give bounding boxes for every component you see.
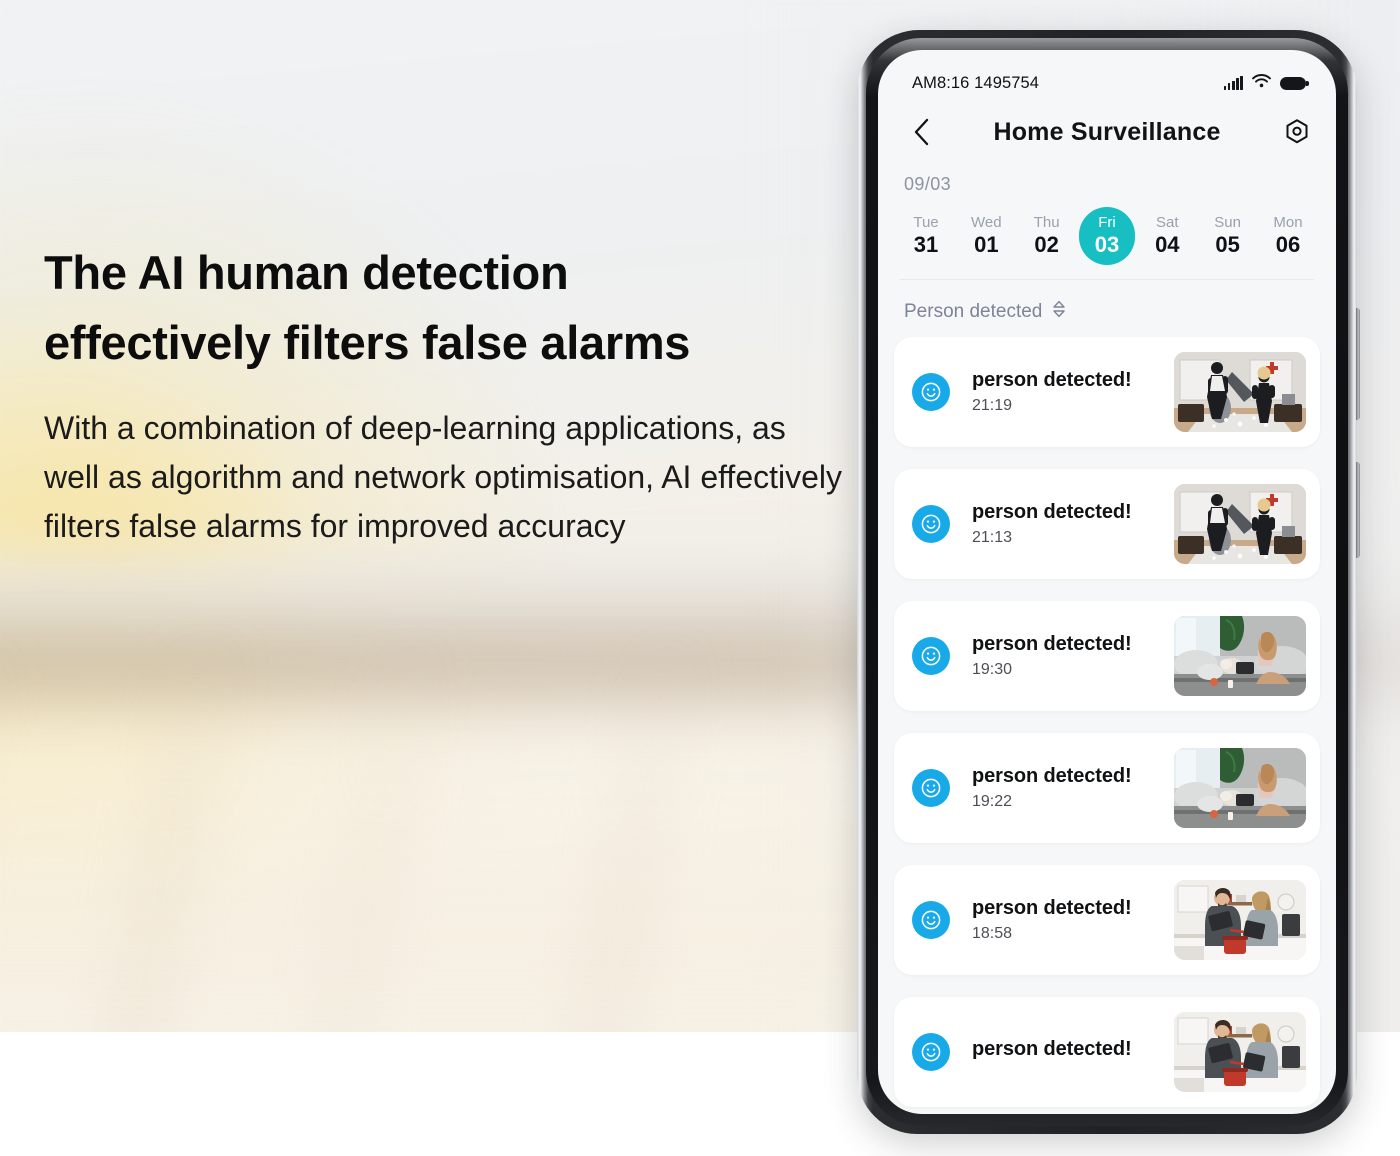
calendar-day-3-selected[interactable]: Fri 03	[1078, 207, 1135, 265]
app-nav-bar: Home Surveillance	[878, 102, 1336, 162]
calendar-day-4[interactable]: Sat 04	[1139, 207, 1195, 265]
calendar-day-6-dow: Mon	[1273, 214, 1303, 231]
cellular-signal-icon	[1223, 76, 1243, 90]
event-text-group: person detected!	[972, 1038, 1174, 1066]
calendar-day-2[interactable]: Thu 02	[1019, 207, 1075, 265]
event-thumbnail-kitchen-couple[interactable]	[1174, 880, 1306, 960]
event-thumbnail-pillow-fight[interactable]	[1174, 352, 1306, 432]
calendar-day-5-num: 05	[1215, 232, 1240, 257]
status-bar-indicators	[1223, 73, 1309, 93]
event-filter-selector[interactable]: Person detected	[878, 280, 1336, 337]
calendar-day-6-num: 06	[1275, 232, 1301, 257]
volume-button[interactable]	[1356, 462, 1360, 558]
event-thumbnail-couch-woman[interactable]	[1174, 616, 1306, 696]
back-button[interactable]	[904, 115, 938, 149]
event-card[interactable]: person detected! 21:13	[894, 469, 1320, 579]
calendar-day-0[interactable]: Tue 31	[898, 207, 954, 265]
calendar-strip: 09/03 Tue 31 Wed 01 Thu 02 Fri 03 Sat 04…	[878, 162, 1336, 280]
earpiece-speaker	[1032, 43, 1182, 46]
event-title: person detected!	[972, 897, 1132, 919]
event-list[interactable]: person detected! 21:19 person detected! …	[878, 337, 1336, 1107]
smiley-face-icon	[912, 901, 950, 939]
event-card[interactable]: person detected! 18:58	[894, 865, 1320, 975]
smiley-face-icon	[912, 505, 950, 543]
event-filter-label: Person detected	[904, 300, 1043, 322]
hex-gear-icon	[1286, 119, 1308, 144]
event-time: 18:58	[972, 925, 1013, 942]
event-title: person detected!	[972, 1038, 1132, 1060]
screen-title: Home Surveillance	[993, 117, 1221, 146]
event-text-group: person detected! 19:22	[972, 765, 1174, 811]
calendar-day-5[interactable]: Sun 05	[1200, 207, 1256, 265]
phone-mockup: AM8:16 1495754 Home Surveillance 09/03 T…	[857, 30, 1360, 1134]
calendar-day-1-dow: Wed	[971, 214, 1002, 231]
calendar-day-3-num: 03	[1094, 232, 1120, 257]
event-title: person detected!	[972, 633, 1132, 655]
event-text-group: person detected! 21:13	[972, 501, 1174, 547]
calendar-day-1[interactable]: Wed 01	[958, 207, 1014, 265]
event-card[interactable]: person detected! 19:30	[894, 601, 1320, 711]
event-thumbnail-couch-woman[interactable]	[1174, 748, 1306, 828]
page-title: The AI human detection effectively filte…	[44, 238, 844, 378]
event-time: 19:30	[972, 661, 1013, 678]
event-time: 19:22	[972, 793, 1013, 810]
calendar-day-3-dow: Fri	[1098, 214, 1116, 231]
calendar-day-0-num: 31	[913, 232, 939, 257]
phone-screen: AM8:16 1495754 Home Surveillance 09/03 T…	[878, 50, 1336, 1114]
event-thumbnail-kitchen-couple[interactable]	[1174, 1012, 1306, 1092]
promo-copy-block: The AI human detection effectively filte…	[44, 238, 844, 551]
chevron-left-icon	[914, 118, 928, 146]
event-text-group: person detected! 19:30	[972, 633, 1174, 679]
smiley-face-icon	[912, 769, 950, 807]
calendar-day-row: Tue 31 Wed 01 Thu 02 Fri 03 Sat 04 Sun 0…	[878, 195, 1336, 265]
calendar-month-label: 09/03	[904, 174, 952, 194]
smiley-face-icon	[912, 1033, 950, 1071]
smiley-face-icon	[912, 373, 950, 411]
event-time: 21:13	[972, 529, 1013, 546]
calendar-day-0-dow: Tue	[913, 214, 939, 231]
settings-button[interactable]	[1280, 115, 1314, 149]
chevron-updown-icon	[1052, 300, 1066, 323]
battery-icon	[1280, 76, 1309, 90]
headline-line-2: effectively filters false alarms	[44, 316, 691, 369]
calendar-day-4-num: 04	[1155, 232, 1180, 257]
calendar-day-6[interactable]: Mon 06	[1260, 207, 1316, 265]
event-card[interactable]: person detected! 21:19	[894, 337, 1320, 447]
event-text-group: person detected! 21:19	[972, 369, 1174, 415]
power-button[interactable]	[1356, 308, 1360, 420]
event-card[interactable]: person detected! 19:22	[894, 733, 1320, 843]
calendar-day-5-dow: Sun	[1214, 214, 1241, 231]
calendar-day-4-dow: Sat	[1156, 214, 1179, 231]
status-bar-left-text: AM8:16 1495754	[912, 73, 1040, 92]
event-title: person detected!	[972, 765, 1132, 787]
calendar-day-1-num: 01	[974, 232, 999, 257]
calendar-day-2-num: 02	[1034, 232, 1059, 257]
event-card[interactable]: person detected!	[894, 997, 1320, 1107]
headline-line-1: The AI human detection	[44, 246, 569, 299]
event-time: 21:19	[972, 397, 1013, 414]
event-text-group: person detected! 18:58	[972, 897, 1174, 943]
event-title: person detected!	[972, 369, 1132, 391]
calendar-day-2-dow: Thu	[1033, 214, 1060, 231]
wifi-icon	[1252, 73, 1271, 93]
smiley-face-icon	[912, 637, 950, 675]
event-title: person detected!	[972, 501, 1132, 523]
status-bar: AM8:16 1495754	[878, 50, 1336, 102]
event-thumbnail-pillow-fight[interactable]	[1174, 484, 1306, 564]
promo-body-text: With a combination of deep-learning appl…	[44, 410, 843, 544]
